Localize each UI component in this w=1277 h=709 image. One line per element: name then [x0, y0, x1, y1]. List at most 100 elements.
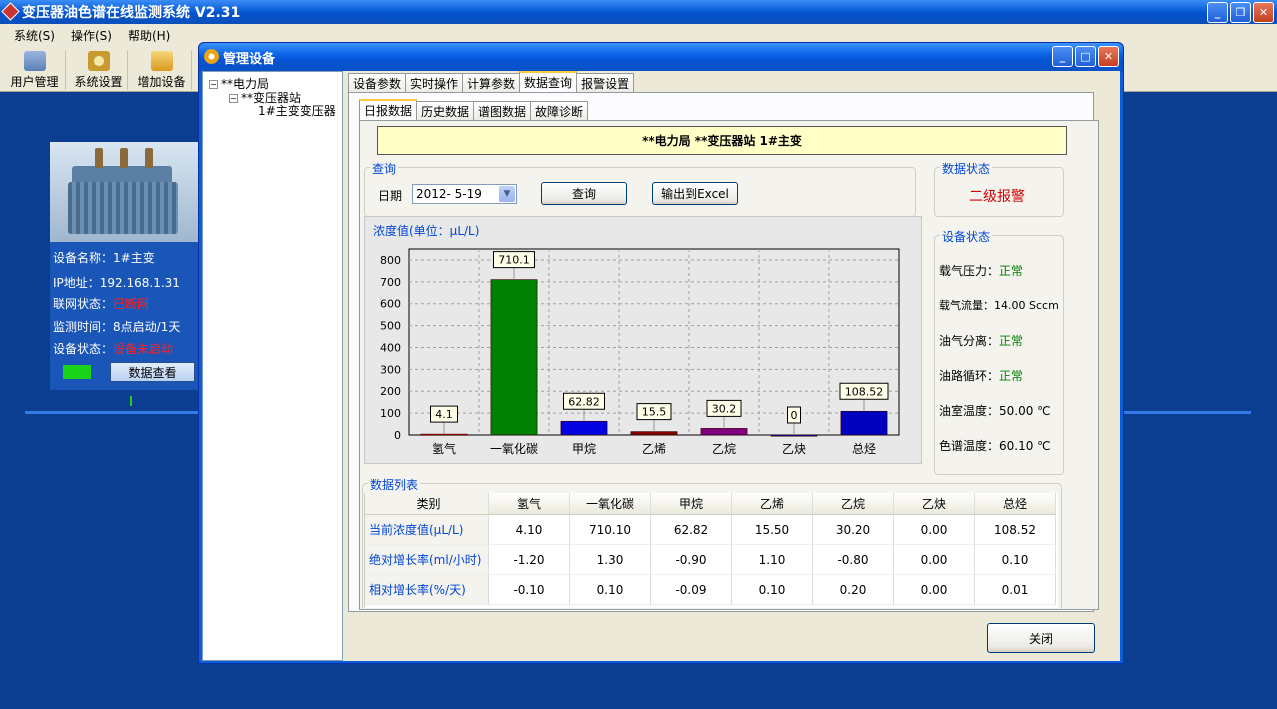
tab-alarm-settings[interactable]: 报警设置	[576, 73, 635, 92]
table-cell: -0.90	[651, 545, 732, 575]
data-label: 62.82	[568, 395, 600, 408]
bar	[560, 420, 608, 436]
table-cell: 0.10	[975, 545, 1056, 575]
network-status: 联网状态：已断网	[53, 297, 150, 311]
main-tabs: 设备参数 实时操作 计算参数 数据查询 报警设置	[348, 71, 635, 92]
restore-button[interactable]: ❐	[1230, 2, 1251, 23]
sub-tabs: 日报数据 历史数据 谱图数据 故障诊断	[359, 99, 589, 120]
chevron-down-icon[interactable]: ▼	[499, 186, 515, 202]
y-tick-label: 500	[380, 320, 401, 333]
minimize-button[interactable]: _	[1207, 2, 1228, 23]
system-settings-icon	[87, 51, 110, 71]
table-header: 乙烯	[732, 493, 813, 515]
table-cell: 30.20	[813, 515, 894, 545]
dialog-minimize-button[interactable]: _	[1052, 46, 1073, 67]
main-window-controls: _ ❐ ✕	[1207, 2, 1274, 23]
chart-title: 浓度值(单位：μL/L)	[373, 224, 480, 238]
menu-operation[interactable]: 操作(S)	[63, 27, 120, 44]
status-carrier-flow: 载气流量：14.00 Sccm	[939, 299, 1059, 312]
data-view-button[interactable]: 数据查看	[110, 362, 195, 382]
user-management-button[interactable]: 用户管理	[4, 50, 66, 90]
table-header: 一氧化碳	[570, 493, 651, 515]
data-label: 30.2	[712, 402, 737, 415]
table-header: 类别	[365, 493, 489, 515]
table-header: 乙炔	[894, 493, 975, 515]
device-ip: IP地址：192.168.1.31	[53, 276, 180, 290]
location-banner: **电力局 **变压器站 1#主变	[377, 126, 1067, 155]
tree-node-transformer[interactable]: 1#主变变压器	[257, 102, 337, 119]
gear-icon	[204, 49, 219, 64]
date-picker[interactable]: 2012- 5-19 ▼	[412, 184, 517, 204]
x-tick-label: 总烃	[852, 442, 876, 456]
table-row-label: 相对增长率(%/天)	[365, 575, 489, 605]
close-dialog-button[interactable]: 关闭	[987, 623, 1095, 653]
table-cell: -0.80	[813, 545, 894, 575]
tab-calc-params[interactable]: 计算参数	[462, 73, 521, 92]
concentration-chart: 浓度值(单位：μL/L) 0 100 200 300 400 500 600 700 800 4.…	[364, 216, 922, 464]
tab-realtime-operation[interactable]: 实时操作	[405, 73, 464, 92]
table-cell: 108.52	[975, 515, 1056, 545]
x-tick-label: 乙烷	[712, 442, 736, 456]
bar	[420, 433, 468, 436]
status-oil-circulation: 油路循环：正常	[939, 369, 1024, 383]
status-chromatograph-temp: 色谱温度：60.10 ℃	[939, 439, 1051, 453]
close-button[interactable]: ✕	[1253, 2, 1274, 23]
table-cell: 0.20	[813, 575, 894, 605]
subtab-history[interactable]: 历史数据	[416, 101, 475, 120]
table-cell: 0.00	[894, 575, 975, 605]
table-cell: 0.00	[894, 515, 975, 545]
collapse-icon[interactable]: −	[229, 94, 238, 103]
subtab-spectrum[interactable]: 谱图数据	[473, 101, 532, 120]
x-tick-label: 乙炔	[782, 442, 806, 456]
x-tick-label: 甲烷	[572, 442, 596, 456]
y-tick-label: 300	[380, 363, 401, 376]
bar	[840, 410, 888, 436]
bar	[490, 279, 538, 436]
menu-system[interactable]: 系统(S)	[6, 27, 63, 44]
manage-device-dialog: 管理设备 _ □ ✕ − **电力局 − **变压器站 1#主变变压器 设备参数 实…	[198, 42, 1124, 664]
data-status-group: 数据状态 二级报警	[934, 160, 1064, 217]
collapse-icon[interactable]: −	[209, 80, 218, 89]
tab-data-query[interactable]: 数据查询	[519, 71, 578, 92]
query-button[interactable]: 查询	[541, 182, 627, 205]
x-tick-label: 一氧化碳	[490, 442, 538, 456]
menu-help[interactable]: 帮助(H)	[120, 27, 178, 44]
table-cell: 0.01	[975, 575, 1056, 605]
table-cell: -0.10	[489, 575, 570, 605]
subtab-daily-report[interactable]: 日报数据	[359, 99, 418, 120]
divider-line	[1123, 411, 1251, 414]
app-icon	[1, 2, 20, 21]
table-cell: 62.82	[651, 515, 732, 545]
app-title: 变压器油色谱在线监测系统 V2.31	[22, 5, 241, 21]
bar-chart-svg: 0 100 200 300 400 500 600 700 800 4.1 氢气 710.1 一氧化碳 6…	[380, 248, 900, 456]
monitor-time: 监测时间：8点启动/1天	[53, 320, 181, 334]
data-label: 15.5	[642, 406, 667, 419]
status-oil-gas-separation: 油气分离：正常	[939, 334, 1024, 348]
data-label: 710.1	[498, 254, 530, 267]
table-header: 甲烷	[651, 493, 732, 515]
bar	[700, 428, 748, 436]
transformer-image	[50, 142, 198, 242]
device-tree: − **电力局 − **变压器站 1#主变变压器	[202, 71, 343, 661]
system-settings-button[interactable]: 系统设置	[70, 50, 128, 90]
tab-content: 日报数据 历史数据 谱图数据 故障诊断 **电力局 **变压器站 1#主变 查询…	[348, 92, 1099, 612]
date-label: 日期	[378, 189, 403, 203]
y-tick-label: 700	[380, 276, 401, 289]
x-tick-label: 乙烯	[642, 442, 666, 456]
user-management-icon	[23, 51, 46, 71]
dialog-close-button[interactable]: ✕	[1098, 46, 1119, 67]
table-cell: 0.00	[894, 545, 975, 575]
subtab-fault-diagnosis[interactable]: 故障诊断	[530, 101, 589, 120]
table-cell: -0.09	[651, 575, 732, 605]
tab-device-params[interactable]: 设备参数	[348, 73, 407, 92]
connector-mark	[130, 396, 132, 406]
right-pane: 设备参数 实时操作 计算参数 数据查询 报警设置 日报数据 历史数据 谱图数据 …	[345, 71, 1120, 661]
alarm-status: 二级报警	[969, 189, 1025, 205]
add-device-button[interactable]: 增加设备	[132, 50, 192, 90]
dialog-maximize-button[interactable]: □	[1075, 46, 1096, 67]
y-tick-label: 600	[380, 298, 401, 311]
device-status-group: 设备状态 载气压力：正常 载气流量：14.00 Sccm 油气分离：正常 油路循…	[934, 228, 1064, 475]
table-header: 总烃	[975, 493, 1056, 515]
table-cell: 0.10	[732, 575, 813, 605]
export-excel-button[interactable]: 输出到Excel	[652, 182, 738, 205]
